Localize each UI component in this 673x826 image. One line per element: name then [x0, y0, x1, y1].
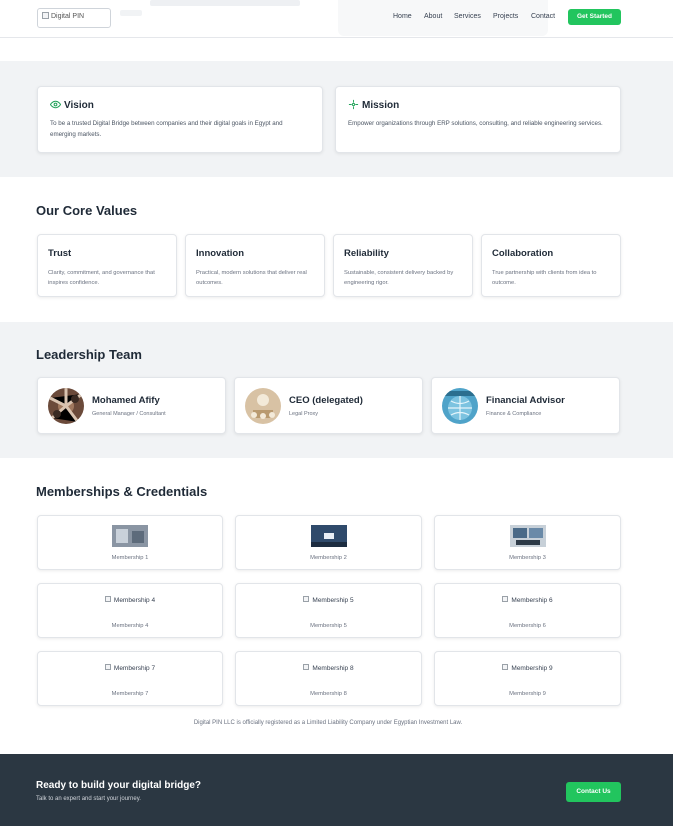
membership-image [112, 525, 148, 547]
avatar [245, 388, 281, 424]
membership-image-alt: Membership 4 [38, 596, 222, 604]
value-title: Collaboration [492, 248, 554, 259]
logo-alt-text: Digital PIN [51, 13, 85, 20]
broken-image-icon [502, 664, 509, 670]
membership-caption: Membership 9 [509, 691, 546, 697]
value-text: True partnership with clients from idea … [492, 270, 597, 286]
leader-card: Financial Advisor Finance & Compliance [431, 377, 620, 434]
broken-image-icon [303, 596, 310, 602]
site-header: Digital PIN Home About Services Projects… [0, 0, 673, 38]
vision-title: Vision [64, 100, 94, 111]
eye-icon [50, 100, 61, 109]
logo[interactable]: Digital PIN [37, 8, 111, 28]
leader-name: Financial Advisor [486, 395, 565, 406]
value-card-trust: Trust Clarity, commitment, and governanc… [37, 234, 177, 297]
membership-caption: Membership 1 [111, 555, 149, 561]
value-card-collaboration: Collaboration True partnership with clie… [481, 234, 621, 297]
nav-projects[interactable]: Projects [493, 13, 518, 20]
vision-mission-section: Vision To be a trusted Digital Bridge be… [0, 61, 673, 177]
avatar [48, 388, 84, 424]
mission-card: Mission Empower organizations through ER… [335, 86, 621, 153]
membership-image [310, 525, 347, 547]
vision-text: To be a trusted Digital Bridge between c… [50, 120, 283, 138]
scrolled-hero-text [150, 0, 300, 6]
broken-image-icon [502, 596, 509, 602]
mission-heading: Mission [348, 99, 399, 111]
membership-image-alt: Membership 6 [435, 596, 620, 604]
leader-role: Finance & Compliance [486, 411, 542, 417]
leader-role: Legal Proxy [289, 411, 319, 417]
core-values-heading: Our Core Values [36, 203, 138, 218]
get-started-button[interactable]: Get Started [568, 9, 621, 25]
nav-home[interactable]: Home [393, 13, 412, 20]
membership-card: Membership 6 Membership 6 [434, 583, 621, 638]
membership-caption: Membership 7 [111, 691, 149, 697]
leader-name: Mohamed Afify [92, 395, 160, 406]
membership-image-alt: Membership 7 [38, 664, 222, 672]
membership-image [509, 525, 546, 547]
leadership-section: Leadership Team Mohamed Afify General Ma… [0, 322, 673, 458]
cta-footer: Ready to build your digital bridge? Talk… [0, 754, 673, 826]
membership-image-alt: Membership 9 [435, 664, 620, 672]
nav-about[interactable]: About [424, 13, 442, 20]
value-card-innovation: Innovation Practical, modern solutions t… [185, 234, 325, 297]
value-text: Clarity, commitment, and governance that… [48, 270, 155, 286]
contact-us-button[interactable]: Contact Us [566, 782, 621, 802]
cta-subtitle: Talk to an expert and start your journey… [36, 796, 141, 802]
value-card-reliability: Reliability Sustainable, consistent deli… [333, 234, 473, 297]
vision-card: Vision To be a trusted Digital Bridge be… [37, 86, 323, 153]
membership-caption: Membership 2 [310, 555, 347, 561]
membership-caption: Membership 5 [310, 623, 347, 629]
mission-title: Mission [362, 100, 400, 111]
leader-name: CEO (delegated) [289, 395, 363, 406]
membership-caption: Membership 3 [509, 555, 546, 561]
memberships-heading: Memberships & Credentials [36, 484, 208, 499]
membership-card: Membership 4 Membership 4 [37, 583, 223, 638]
broken-image-icon [104, 596, 111, 602]
broken-image-icon [104, 664, 111, 670]
membership-card: Membership 1 [37, 515, 223, 570]
value-text: Sustainable, consistent delivery backed … [344, 270, 454, 286]
scrolled-hero-text [120, 10, 142, 16]
value-title: Reliability [344, 248, 389, 259]
legal-note: Digital PIN LLC is officially registered… [193, 720, 463, 726]
leader-card: CEO (delegated) Legal Proxy [234, 377, 423, 434]
cta-title: Ready to build your digital bridge? [36, 780, 202, 791]
nav-services[interactable]: Services [454, 13, 481, 20]
leader-card: Mohamed Afify General Manager / Consulta… [37, 377, 226, 434]
value-title: Innovation [196, 248, 245, 259]
membership-image-alt: Membership 5 [236, 596, 421, 604]
membership-card: Membership 2 [235, 515, 422, 570]
nav-contact[interactable]: Contact [531, 13, 555, 20]
membership-card: Membership 5 Membership 5 [235, 583, 422, 638]
leader-role: General Manager / Consultant [92, 411, 166, 417]
broken-image-icon [303, 664, 310, 670]
membership-caption: Membership 6 [509, 623, 546, 629]
membership-card: Membership 7 Membership 7 [37, 651, 223, 706]
value-text: Practical, modern solutions that deliver… [196, 270, 307, 286]
avatar [442, 388, 478, 424]
membership-caption: Membership 8 [310, 691, 347, 697]
broken-image-icon [42, 12, 49, 19]
leadership-heading: Leadership Team [36, 347, 142, 362]
mission-text: Empower organizations through ERP soluti… [348, 120, 603, 127]
value-title: Trust [48, 248, 72, 259]
membership-card: Membership 3 [434, 515, 621, 570]
membership-caption: Membership 4 [111, 623, 149, 629]
membership-card: Membership 9 Membership 9 [434, 651, 621, 706]
vision-heading: Vision [50, 99, 94, 111]
sparkle-icon [348, 99, 359, 110]
membership-card: Membership 8 Membership 8 [235, 651, 422, 706]
membership-image-alt: Membership 8 [236, 664, 421, 672]
page: Digital PIN Home About Services Projects… [0, 0, 673, 826]
